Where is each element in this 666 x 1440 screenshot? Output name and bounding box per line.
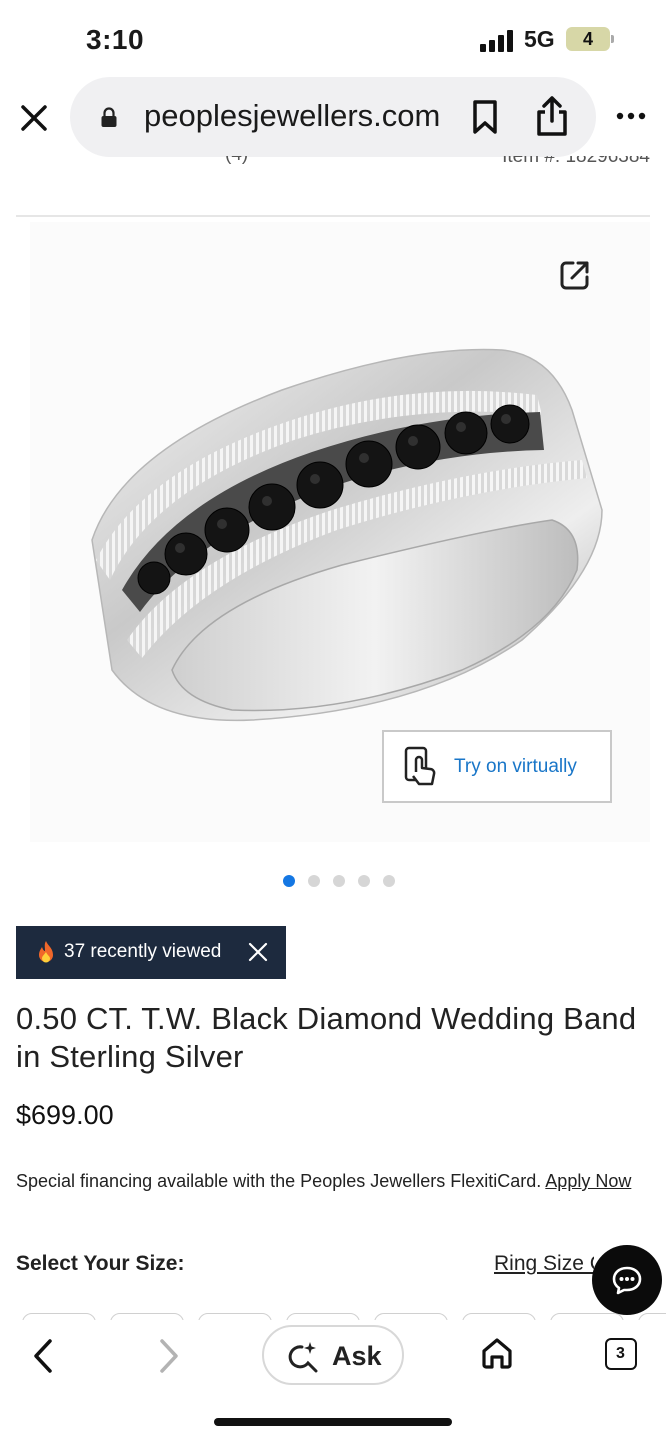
chat-button[interactable] [592, 1245, 662, 1315]
search-sparkle-icon [288, 1342, 318, 1373]
home-indicator [214, 1418, 452, 1426]
close-icon[interactable] [18, 102, 50, 134]
review-count: (4) [225, 156, 248, 166]
carousel-dot[interactable] [383, 875, 395, 887]
expand-icon[interactable] [558, 258, 592, 292]
battery-icon: 4 [566, 27, 614, 51]
try-on-label: Try on virtually [454, 756, 577, 777]
more-icon[interactable] [616, 106, 646, 126]
signal-icon [480, 30, 513, 52]
carousel-dot-active[interactable] [283, 875, 295, 887]
forward-icon[interactable] [154, 1336, 184, 1376]
recently-viewed-text: 37 recently viewed [64, 941, 222, 962]
carousel-dot[interactable] [308, 875, 320, 887]
chat-icon [612, 1266, 642, 1295]
close-icon[interactable] [248, 942, 268, 962]
tabs-button[interactable]: 3 [605, 1338, 637, 1370]
fire-icon [39, 941, 53, 963]
ask-button[interactable]: Ask [262, 1325, 404, 1385]
financing-note: Special financing available with the Peo… [16, 1167, 636, 1195]
tab-count: 3 [616, 1345, 625, 1362]
hand-phone-icon [404, 746, 436, 786]
recently-viewed-banner: 37 recently viewed [16, 926, 286, 979]
carousel-dot[interactable] [358, 875, 370, 887]
battery-level: 4 [582, 29, 593, 49]
financing-text: Special financing available with the Peo… [16, 1171, 542, 1191]
status-time: 3:10 [86, 24, 145, 55]
network-type: 5G [524, 26, 555, 52]
ask-label: Ask [332, 1341, 382, 1371]
bottom-toolbar: Ask 3 [0, 1320, 666, 1440]
divider [16, 215, 650, 217]
url-text[interactable]: peoplesjewellers.com [144, 98, 444, 134]
status-bar: 3:10 5G 4 [0, 0, 666, 78]
address-bar[interactable]: peoplesjewellers.com [70, 77, 596, 157]
item-number: Item #: 18296384 [502, 156, 650, 167]
lock-icon [101, 107, 117, 127]
ring-image [91, 348, 603, 722]
back-icon[interactable] [28, 1336, 58, 1376]
product-price: $699.00 [16, 1100, 114, 1130]
select-size-label: Select Your Size: [16, 1252, 185, 1275]
ring-size-chart-link[interactable]: Ring Size Chart [494, 1252, 594, 1276]
product-meta-row: (4) Item #: 18296384 [0, 156, 666, 176]
apply-now-link[interactable]: Apply Now [545, 1171, 631, 1191]
product-title: 0.50 CT. T.W. Black Diamond Wedding Band… [16, 1001, 637, 1074]
bookmark-icon[interactable] [470, 99, 500, 135]
try-on-virtually-button[interactable]: Try on virtually [382, 730, 612, 803]
share-icon[interactable] [534, 95, 570, 137]
home-icon[interactable] [480, 1336, 514, 1370]
carousel-dot[interactable] [333, 875, 345, 887]
